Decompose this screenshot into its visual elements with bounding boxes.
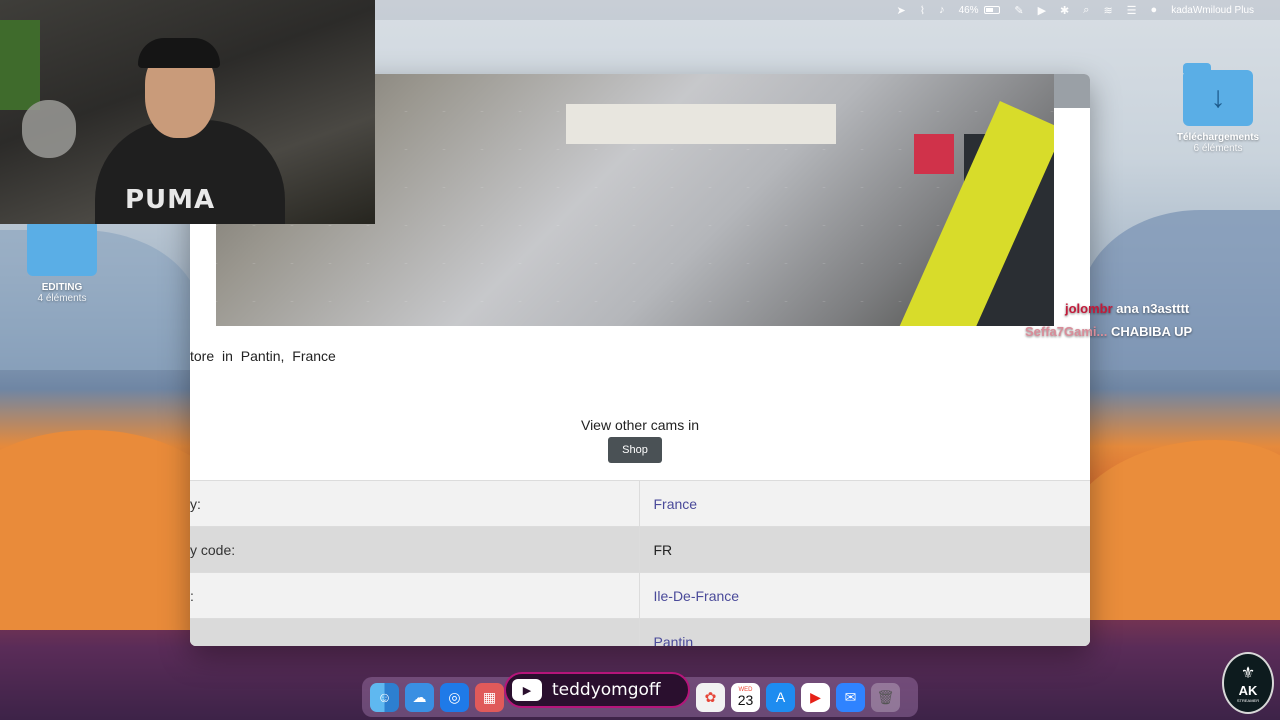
row-value-link[interactable]: France	[639, 480, 1090, 527]
battery-icon	[984, 5, 1001, 14]
streamer-webcam: PUMA	[0, 0, 375, 224]
download-arrow-icon: ↓	[1210, 81, 1226, 114]
stream-handle-banner: ▶ teddyomgoff	[504, 672, 690, 708]
microphone	[22, 100, 76, 158]
messenger-icon[interactable]: ✉	[836, 682, 865, 712]
chat-message: jolombr ana n3astttt	[1065, 301, 1189, 316]
table-row: y code: FR	[190, 526, 1090, 573]
row-value: FR	[639, 526, 1090, 573]
menubar-user[interactable]: kadaWmiloud Plus	[1171, 5, 1254, 16]
trash-icon[interactable]: 🗑	[871, 682, 900, 712]
background-plant	[0, 20, 40, 110]
chat-message: Seffa7Gami... CHABIBA UP	[1025, 324, 1192, 339]
wallpaper-hill-right	[1060, 440, 1280, 620]
safari-icon[interactable]: ◎	[440, 682, 469, 712]
badge-brand: AK	[1238, 683, 1258, 698]
siri-icon[interactable]: ●	[1151, 4, 1158, 16]
camera-caption: tore in Pantin, France	[190, 348, 336, 364]
phoenix-icon: ⚜	[1240, 665, 1256, 682]
chat-username: Seffa7Gami...	[1025, 324, 1108, 339]
channel-logo-badge: ⚜ AK STREAMER	[1222, 652, 1274, 714]
hoodie-logo: PUMA	[125, 185, 216, 215]
chat-text: CHABIBA UP	[1111, 324, 1193, 339]
paperclip-icon[interactable]: ⌇	[920, 4, 925, 17]
calendar-icon[interactable]: WED 23	[731, 682, 760, 712]
youtube-icon[interactable]: ▶	[801, 682, 830, 712]
battery-status[interactable]: 46%	[959, 5, 1001, 16]
desktop-downloads-folder[interactable]: ↓ Téléchargements 6 éléments	[1172, 63, 1264, 154]
folder-icon	[27, 213, 97, 276]
app-store-icon[interactable]: A	[766, 682, 795, 712]
table-row: : Ile-De-France	[190, 572, 1090, 619]
photos-icon[interactable]: ✿	[696, 682, 725, 712]
control-center-icon[interactable]: ☰	[1127, 4, 1137, 17]
youtube-logo-icon: ▶	[512, 679, 542, 701]
other-cams-label: View other cams in	[580, 417, 699, 433]
feather-icon[interactable]: ✎	[1014, 4, 1023, 17]
weather-icon[interactable]: ☁	[405, 682, 434, 712]
badge-sub: STREAMER	[1236, 698, 1260, 703]
row-key: y code:	[190, 526, 640, 573]
calendar-day: 23	[737, 692, 754, 708]
red-sign	[914, 134, 954, 174]
location-icon[interactable]: ➤	[896, 4, 905, 17]
accessibility-icon[interactable]: ✱	[1060, 4, 1069, 17]
play-icon[interactable]: ▶	[1038, 4, 1046, 17]
row-value-link[interactable]: Pantin	[639, 618, 1090, 646]
search-icon[interactable]: ⌕	[1083, 4, 1089, 17]
row-key: y:	[190, 480, 640, 527]
table-row: y: France	[190, 480, 1090, 527]
wallpaper-wave-right	[1080, 210, 1280, 370]
row-value-link[interactable]: Ile-De-France	[639, 572, 1090, 619]
chat-text: ana n3astttt	[1116, 301, 1190, 316]
row-key	[190, 618, 640, 646]
audio-icon[interactable]: ♪	[939, 4, 945, 16]
store-shelf	[566, 104, 836, 144]
folder-count: 4 éléments	[37, 293, 87, 304]
finder-icon[interactable]: ☺	[370, 682, 399, 712]
folder-icon: ↓	[1183, 63, 1253, 126]
chat-username: jolombr	[1065, 301, 1113, 316]
shop-button[interactable]: Shop	[608, 437, 662, 463]
table-row: Pantin	[190, 618, 1090, 646]
camera-info-table: y: France y code: FR : Ile-De-France Pan…	[190, 480, 1090, 646]
desktop-editing-folder[interactable]: EDITING 4 éléments	[24, 213, 100, 304]
battery-percent: 46%	[958, 4, 979, 16]
folder-count: 6 éléments	[1193, 143, 1243, 154]
folder-name: Téléchargements	[1176, 132, 1260, 143]
wifi-icon[interactable]: ≋	[1103, 4, 1112, 17]
folder-name: EDITING	[41, 282, 83, 293]
row-key: :	[190, 572, 640, 619]
launchpad-icon[interactable]: ▦	[475, 682, 504, 712]
streamer-cap	[138, 38, 220, 68]
stream-handle: teddyomgoff	[552, 680, 661, 700]
